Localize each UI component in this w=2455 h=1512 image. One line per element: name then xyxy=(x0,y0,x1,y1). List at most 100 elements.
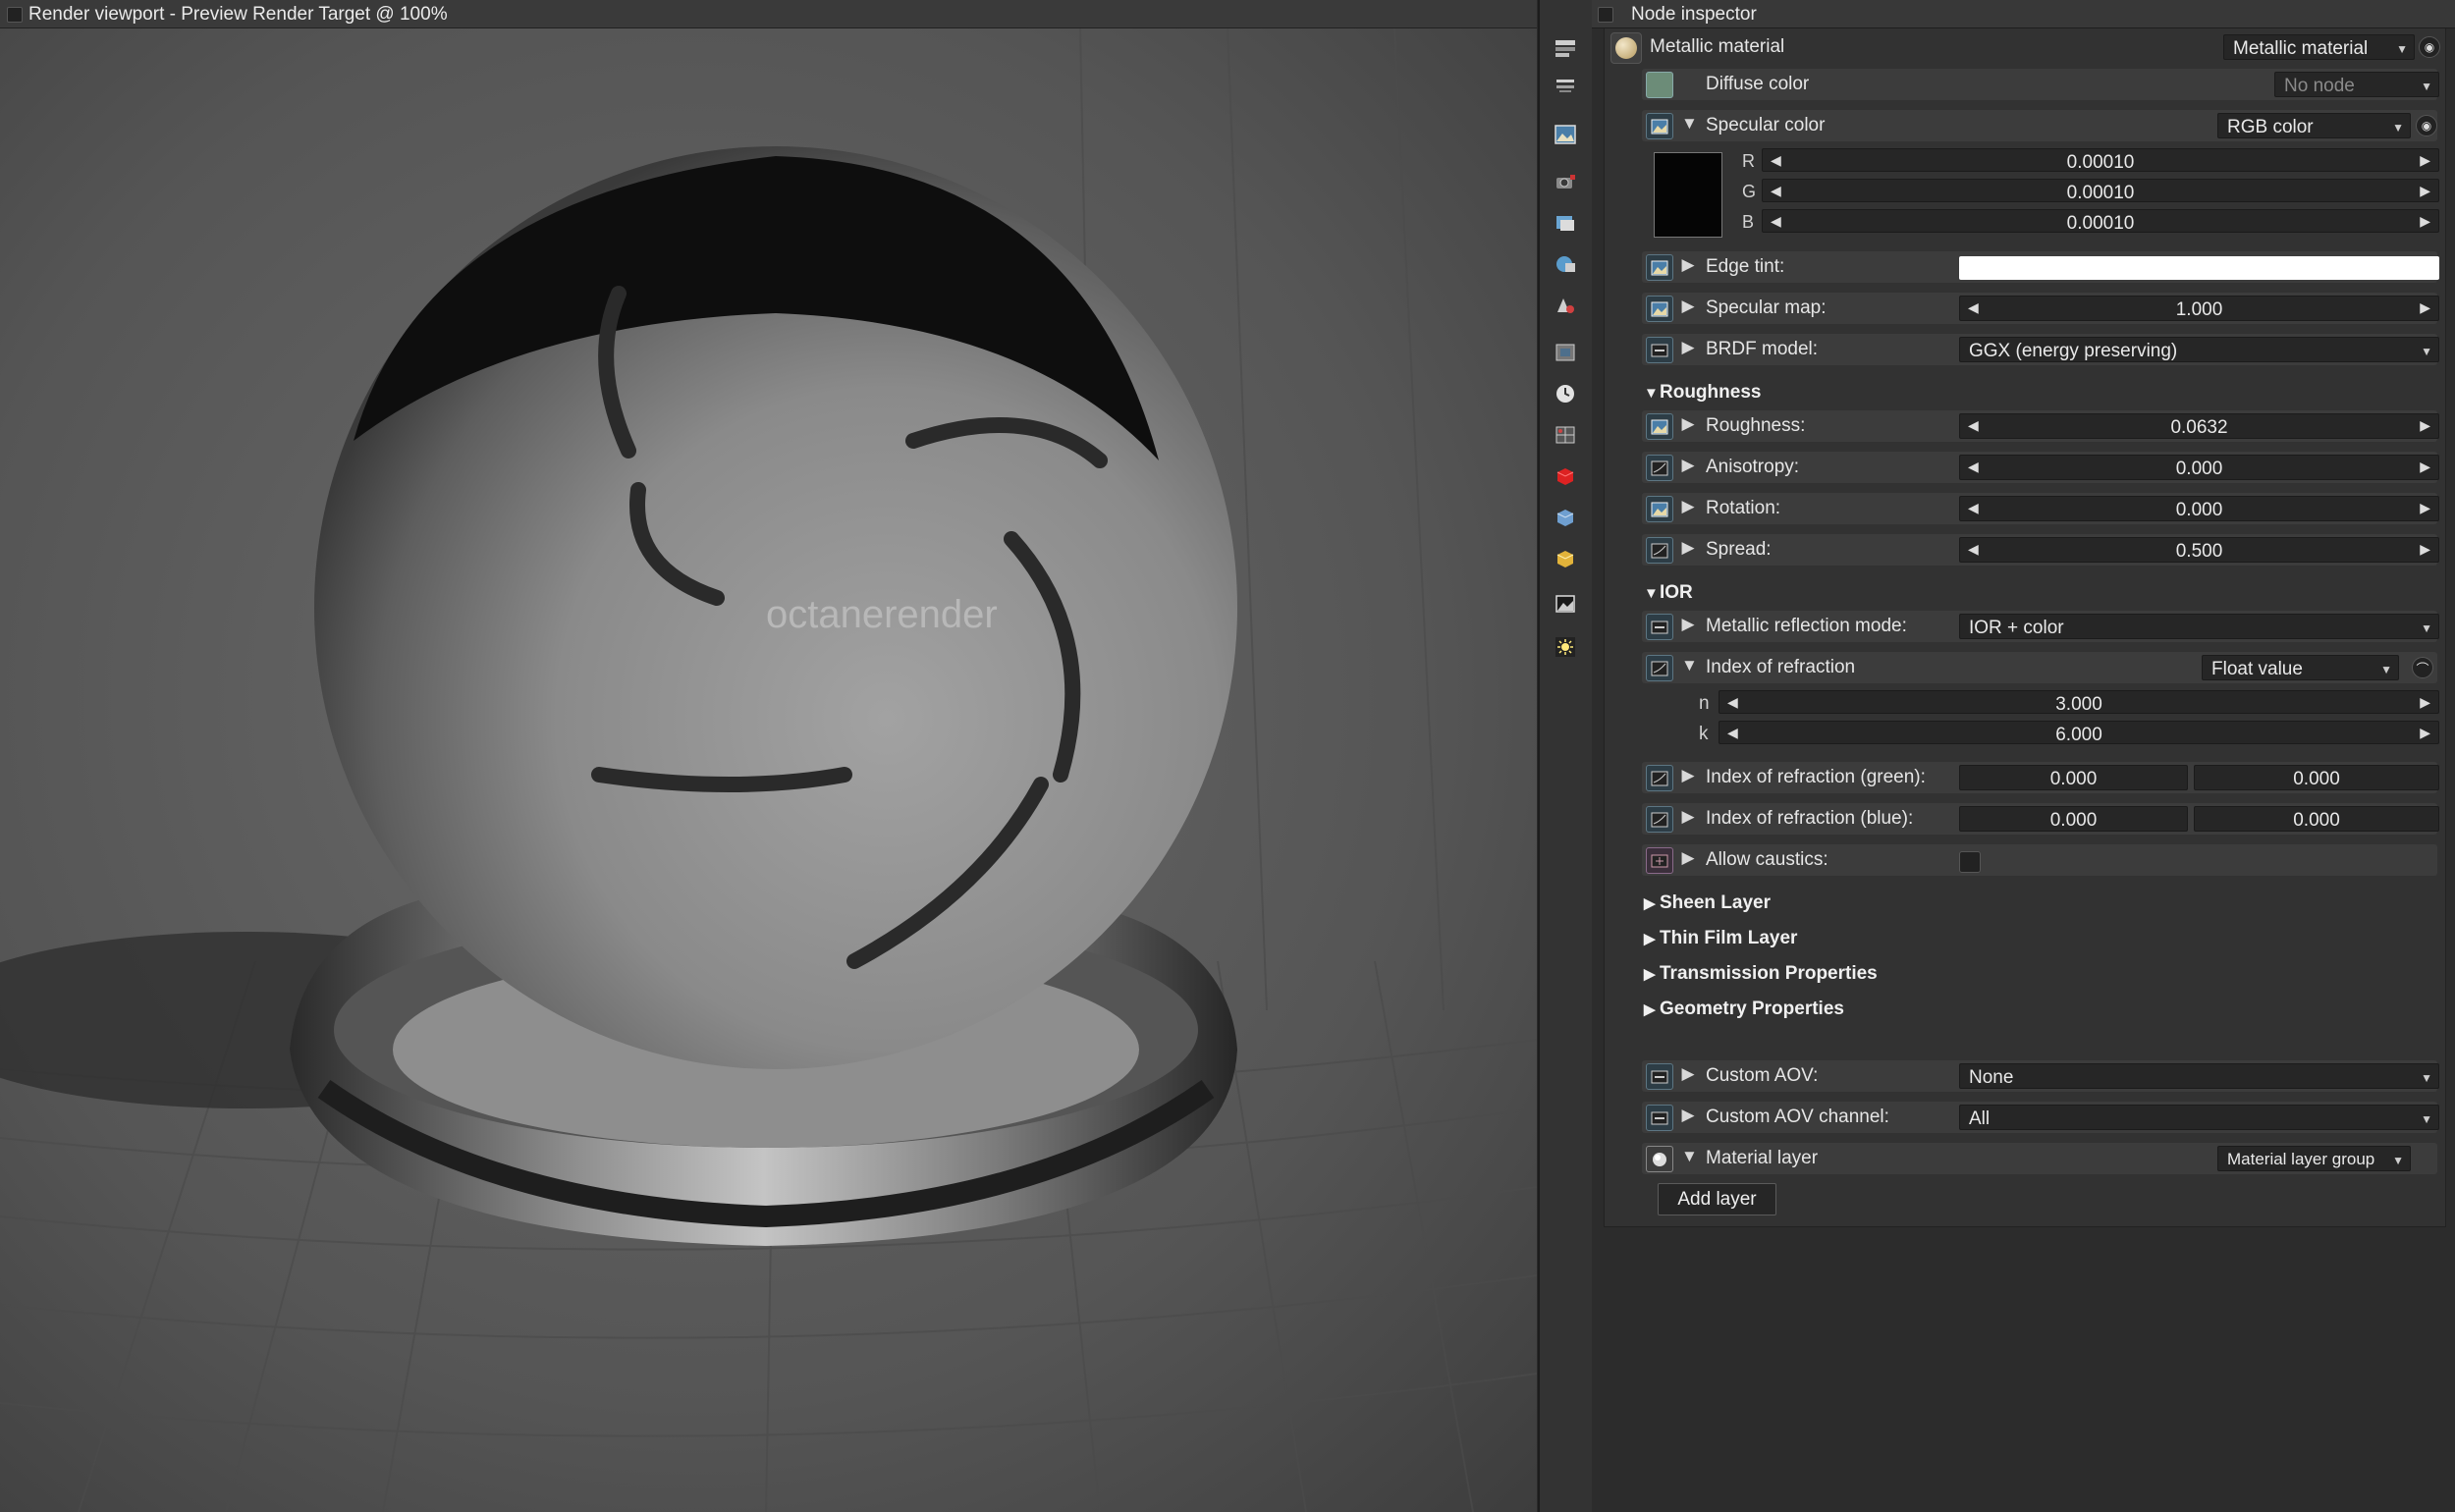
rotation-slider[interactable]: ◀ 0.000 ▶ xyxy=(1959,496,2439,521)
eye-icon[interactable]: ◉ xyxy=(2419,36,2440,58)
expand-arrow-icon[interactable]: ▶ xyxy=(1681,766,1695,785)
channel-b-slider[interactable]: ◀ 0.00010 ▶ xyxy=(1762,209,2439,234)
geometry-section[interactable]: ▶ Geometry Properties xyxy=(1644,999,1844,1020)
node-type-dropdown[interactable]: Metallic material ▼ xyxy=(2223,34,2415,60)
curve-icon[interactable]: ⌒ xyxy=(2412,657,2433,678)
ior-k-slider[interactable]: ◀ 6.000 ▶ xyxy=(1718,721,2439,745)
panel-handle-icon[interactable] xyxy=(7,7,23,23)
edge-tint-swatch[interactable] xyxy=(1959,256,2439,280)
inspector-title: Node inspector xyxy=(1631,4,1757,25)
color-pin-icon[interactable] xyxy=(1646,72,1673,98)
image-pin-icon[interactable] xyxy=(1646,254,1673,281)
image-pin-icon[interactable] xyxy=(1646,413,1673,440)
render-image[interactable]: octanerender xyxy=(0,28,1537,1512)
expand-arrow-icon[interactable]: ▶ xyxy=(1681,538,1695,558)
custom-aov-channel-dropdown[interactable]: All ▼ xyxy=(1959,1105,2439,1130)
list-icon[interactable] xyxy=(1554,75,1577,96)
material-grid-icon[interactable] xyxy=(1554,424,1577,446)
image-pin-icon[interactable] xyxy=(1646,496,1673,522)
enum-pin-icon[interactable] xyxy=(1646,1105,1673,1131)
specular-map-slider[interactable]: ◀ 1.000 ▶ xyxy=(1959,296,2439,321)
roughness-value: 0.0632 xyxy=(2170,417,2228,438)
collapse-arrow-icon[interactable]: ▼ xyxy=(1681,656,1698,675)
red-cube-icon[interactable] xyxy=(1554,465,1577,487)
transmission-section[interactable]: ▶ Transmission Properties xyxy=(1644,963,1878,985)
float-pin-icon[interactable] xyxy=(1646,806,1673,833)
expand-arrow-icon[interactable]: ▶ xyxy=(1681,338,1695,357)
spread-slider[interactable]: ◀ 0.500 ▶ xyxy=(1959,537,2439,563)
edge-tint-row: ▶ Edge tint: xyxy=(1605,248,2445,286)
panel-handle-icon[interactable] xyxy=(1598,7,1613,23)
expand-arrow-icon[interactable]: ▶ xyxy=(1681,615,1695,634)
float-pin-icon[interactable] xyxy=(1646,537,1673,564)
camera-icon[interactable] xyxy=(1554,171,1577,192)
expand-arrow-icon[interactable]: ▶ xyxy=(1681,297,1695,316)
material-layer-dropdown[interactable]: Material layer group ▼ xyxy=(2217,1146,2411,1171)
enum-pin-icon[interactable] xyxy=(1646,1063,1673,1090)
expand-arrow-icon[interactable]: ▶ xyxy=(1681,414,1695,434)
add-layer-button[interactable]: Add layer xyxy=(1658,1183,1776,1215)
diffuse-node-dropdown[interactable]: No node ▼ xyxy=(2274,72,2439,97)
ior-type-dropdown[interactable]: Float value ▼ xyxy=(2202,655,2399,680)
specular-type-dropdown[interactable]: RGB color ▼ xyxy=(2217,113,2411,138)
channel-g-label: G xyxy=(1742,182,1757,201)
spread-row: ▶ Spread: ◀ 0.500 ▶ xyxy=(1605,531,2445,568)
expand-arrow-icon[interactable]: ▶ xyxy=(1681,456,1695,475)
enum-pin-icon[interactable] xyxy=(1646,614,1673,640)
caustics-checkbox[interactable] xyxy=(1959,851,1981,873)
float-pin-icon[interactable] xyxy=(1646,655,1673,681)
sheen-layer-section[interactable]: ▶ Sheen Layer xyxy=(1644,892,1771,914)
light-icon[interactable] xyxy=(1554,636,1577,658)
anisotropy-slider[interactable]: ◀ 0.000 ▶ xyxy=(1959,455,2439,480)
custom-aov-dropdown[interactable]: None ▼ xyxy=(1959,1063,2439,1089)
expand-arrow-icon[interactable]: ▶ xyxy=(1681,1064,1695,1084)
expand-arrow-icon[interactable]: ▶ xyxy=(1681,848,1695,868)
clock-icon[interactable] xyxy=(1554,383,1577,405)
expand-arrow-icon[interactable]: ▶ xyxy=(1681,1106,1695,1125)
yellow-cube-icon[interactable] xyxy=(1554,548,1577,569)
ior-blue-field-1[interactable]: 0.000 xyxy=(1959,806,2188,832)
ior-green-field-1[interactable]: 0.000 xyxy=(1959,765,2188,790)
enum-pin-icon[interactable] xyxy=(1646,337,1673,363)
collapse-arrow-icon[interactable]: ▼ xyxy=(1681,1147,1698,1166)
ior-blue-value-1: 0.000 xyxy=(2049,810,2098,831)
ior-n-row: n ◀ 3.000 ▶ xyxy=(1605,686,2445,716)
texture-icon[interactable] xyxy=(1554,342,1577,363)
reflection-mode-dropdown[interactable]: IOR + color ▼ xyxy=(1959,614,2439,639)
bool-pin-icon[interactable] xyxy=(1646,847,1673,874)
ior-blue-row: ▶ Index of refraction (blue): 0.000 0.00… xyxy=(1605,800,2445,837)
thin-film-section[interactable]: ▶ Thin Film Layer xyxy=(1644,928,1797,949)
roughness-slider[interactable]: ◀ 0.0632 ▶ xyxy=(1959,413,2439,439)
expand-arrow-icon[interactable]: ▶ xyxy=(1681,255,1695,275)
eye-icon[interactable]: ◉ xyxy=(2416,115,2437,136)
brdf-dropdown[interactable]: GGX (energy preserving) ▼ xyxy=(1959,337,2439,362)
ior-n-slider[interactable]: ◀ 3.000 ▶ xyxy=(1718,690,2439,715)
layers-icon[interactable] xyxy=(1554,37,1577,59)
ior-k-value: 6.000 xyxy=(2055,725,2102,745)
image-pin-icon[interactable] xyxy=(1646,296,1673,322)
ior-green-row: ▶ Index of refraction (green): 0.000 0.0… xyxy=(1605,759,2445,796)
roughness-section-header[interactable]: ▼Roughness xyxy=(1644,382,1761,404)
layer-pin-icon[interactable] xyxy=(1646,1146,1673,1172)
channel-b-value: 0.00010 xyxy=(2066,213,2135,234)
image-icon[interactable] xyxy=(1554,124,1577,145)
ior-green-field-2[interactable]: 0.000 xyxy=(2194,765,2439,790)
render-target-icon[interactable] xyxy=(1554,212,1577,234)
material-layer-type-value: Material layer group xyxy=(2227,1150,2375,1168)
ior-blue-field-2[interactable]: 0.000 xyxy=(2194,806,2439,832)
collapse-arrow-icon[interactable]: ▼ xyxy=(1681,114,1698,134)
geometry-icon[interactable] xyxy=(1554,295,1577,316)
roughness-row: ▶ Roughness: ◀ 0.0632 ▶ xyxy=(1605,407,2445,445)
render-viewport[interactable]: Render viewport - Preview Render Target … xyxy=(0,0,1537,1512)
expand-arrow-icon[interactable]: ▶ xyxy=(1681,807,1695,827)
picture-icon[interactable] xyxy=(1554,593,1577,615)
image-pin-icon[interactable] xyxy=(1646,113,1673,139)
channel-g-slider[interactable]: ◀ 0.00010 ▶ xyxy=(1762,179,2439,203)
blue-cube-icon[interactable] xyxy=(1554,507,1577,528)
float-pin-icon[interactable] xyxy=(1646,455,1673,481)
channel-r-slider[interactable]: ◀ 0.00010 ▶ xyxy=(1762,148,2439,173)
environment-icon[interactable] xyxy=(1554,253,1577,275)
float-pin-icon[interactable] xyxy=(1646,765,1673,791)
ior-section-header[interactable]: ▼IOR xyxy=(1644,582,1693,604)
expand-arrow-icon[interactable]: ▶ xyxy=(1681,497,1695,516)
